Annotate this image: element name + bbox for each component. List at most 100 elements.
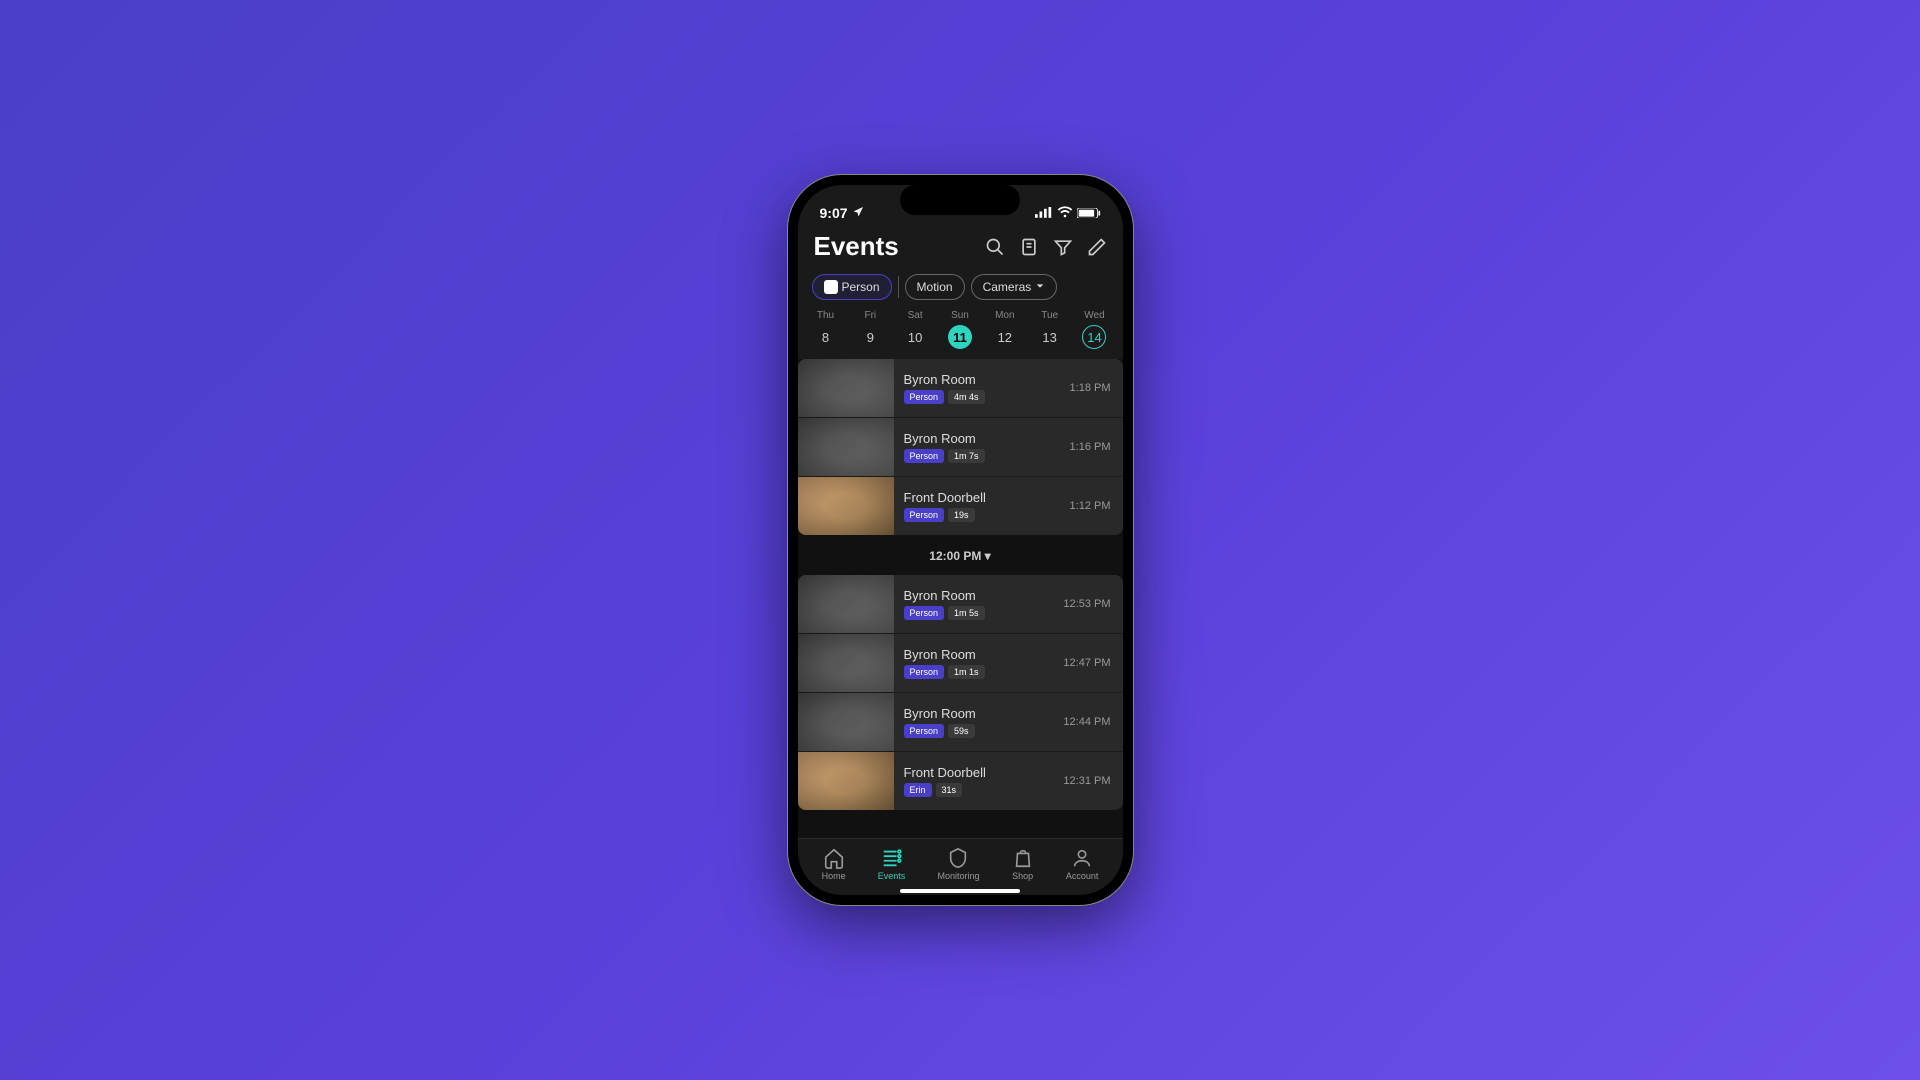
- badge-row: Person1m 5s: [904, 606, 1054, 620]
- bag-icon: [1012, 847, 1034, 869]
- day-number: 12: [993, 325, 1017, 349]
- date-strip: Thu8 Fri 9 Sat 10 Sun 11 Mon 12 Tue13 Wed14: [798, 310, 1123, 359]
- duration-badge: 31s: [936, 783, 963, 797]
- day-name: Wed: [1084, 310, 1104, 321]
- event-thumbnail: [798, 693, 894, 751]
- nav-label: Monitoring: [937, 871, 979, 881]
- chip-label: Person: [842, 280, 880, 294]
- duration-badge: 1m 7s: [948, 449, 985, 463]
- shield-icon: [947, 847, 969, 869]
- day-14[interactable]: Wed14: [1082, 310, 1106, 349]
- event-row[interactable]: Byron Room Person4m 4s 1:18 PM: [798, 359, 1123, 417]
- chip-label: Motion: [917, 280, 953, 294]
- event-row[interactable]: Byron Room Person1m 7s 1:16 PM: [798, 417, 1123, 476]
- event-time: 1:18 PM: [1070, 382, 1111, 394]
- duration-badge: 4m 4s: [948, 390, 985, 404]
- camera-name: Byron Room: [904, 372, 1060, 387]
- nav-label: Shop: [1012, 871, 1033, 881]
- event-info: Byron RoomPerson1m 1s: [904, 647, 1054, 679]
- time-section-header[interactable]: 12:00 PM ▾: [798, 537, 1123, 575]
- event-time: 1:12 PM: [1070, 500, 1111, 512]
- day-11[interactable]: Sun 11: [948, 310, 972, 349]
- event-thumbnail: [798, 575, 894, 633]
- nav-home[interactable]: Home: [822, 847, 846, 881]
- camera-name: Byron Room: [904, 431, 1060, 446]
- dynamic-island: [900, 185, 1020, 215]
- day-number: 8: [814, 325, 838, 349]
- cellular-icon: [1035, 205, 1053, 221]
- tag-badge: Person: [904, 390, 945, 404]
- duration-badge: 1m 1s: [948, 665, 985, 679]
- filter-chip-person[interactable]: Person: [812, 274, 892, 300]
- caret-down-icon: ▾: [985, 549, 991, 563]
- nav-label: Home: [822, 871, 846, 881]
- filter-icon[interactable]: [1053, 237, 1073, 257]
- filter-chip-cameras[interactable]: Cameras: [971, 274, 1058, 300]
- nav-shop[interactable]: Shop: [1012, 847, 1034, 881]
- event-thumbnail: [798, 752, 894, 810]
- wifi-icon: [1057, 204, 1073, 223]
- day-number: 9: [858, 325, 882, 349]
- chevron-down-icon: [1035, 280, 1045, 294]
- event-time: 12:53 PM: [1063, 598, 1110, 610]
- day-10[interactable]: Sat 10: [903, 310, 927, 349]
- event-time: 12:31 PM: [1063, 775, 1110, 787]
- badge-row: Person19s: [904, 508, 1060, 522]
- location-icon: [852, 205, 864, 221]
- badge-row: Person4m 4s: [904, 390, 1060, 404]
- event-info: Byron Room Person59s: [904, 706, 1054, 738]
- day-9[interactable]: Fri 9: [858, 310, 882, 349]
- filter-chip-motion[interactable]: Motion: [905, 274, 965, 300]
- shield-icon: [824, 280, 838, 294]
- camera-name: Front Doorbell: [904, 765, 1054, 780]
- duration-badge: 59s: [948, 724, 975, 738]
- camera-name: Front Doorbell: [904, 490, 1060, 505]
- nav-label: Account: [1066, 871, 1099, 881]
- page-header: Events: [798, 227, 1123, 270]
- event-group: Byron RoomPerson4m 4s1:18 PMByron RoomPe…: [798, 359, 1123, 535]
- nav-events[interactable]: Events: [878, 847, 906, 881]
- event-time: 12:47 PM: [1063, 657, 1110, 669]
- events-icon: [881, 847, 903, 869]
- nav-monitoring[interactable]: Monitoring: [937, 847, 979, 881]
- edit-icon[interactable]: [1087, 237, 1107, 257]
- event-row[interactable]: Front Doorbell Person19s 1:12 PM: [798, 476, 1123, 535]
- day-name: Fri: [864, 310, 876, 321]
- home-indicator[interactable]: [900, 889, 1020, 893]
- day-13[interactable]: Tue13: [1038, 310, 1062, 349]
- event-thumbnail: [798, 359, 894, 417]
- nav-account[interactable]: Account: [1066, 847, 1099, 881]
- day-number: 11: [948, 325, 972, 349]
- event-thumbnail: [798, 477, 894, 535]
- day-12[interactable]: Mon 12: [993, 310, 1017, 349]
- event-info: Byron Room Person1m 7s: [904, 431, 1060, 463]
- home-icon: [823, 847, 845, 869]
- day-number: 10: [903, 325, 927, 349]
- search-icon[interactable]: [985, 237, 1005, 257]
- clipboard-icon[interactable]: [1019, 237, 1039, 257]
- events-list[interactable]: Byron RoomPerson4m 4s1:18 PMByron RoomPe…: [798, 359, 1123, 838]
- badge-row: Person1m 7s: [904, 449, 1060, 463]
- day-name: Sat: [908, 310, 923, 321]
- camera-name: Byron Room: [904, 706, 1054, 721]
- day-name: Sun: [951, 310, 969, 321]
- day-8[interactable]: Thu8: [814, 310, 838, 349]
- event-row[interactable]: Byron RoomPerson59s12:44 PM: [798, 692, 1123, 751]
- event-thumbnail: [798, 634, 894, 692]
- screen: 9:07 Events Person Motion Cameras Thu8 Fri 9…: [798, 185, 1123, 895]
- tag-badge: Erin: [904, 783, 932, 797]
- event-info: Byron RoomPerson1m 5s: [904, 588, 1054, 620]
- tag-badge: Person: [904, 665, 945, 679]
- event-time: 1:16 PM: [1070, 441, 1111, 453]
- day-name: Mon: [995, 310, 1014, 321]
- filter-chips: Person Motion Cameras: [798, 270, 1123, 310]
- status-time: 9:07: [820, 205, 848, 221]
- tag-badge: Person: [904, 508, 945, 522]
- tag-badge: Person: [904, 724, 945, 738]
- event-row[interactable]: Front Doorbell Erin 31s 12:31 PM: [798, 751, 1123, 810]
- event-row[interactable]: Byron RoomPerson1m 5s 12:53 PM: [798, 575, 1123, 633]
- duration-badge: 19s: [948, 508, 975, 522]
- bottom-nav: Home Events Monitoring Shop Account: [798, 838, 1123, 885]
- event-info: Byron Room Person4m 4s: [904, 372, 1060, 404]
- event-row[interactable]: Byron RoomPerson1m 1s 12:47 PM: [798, 633, 1123, 692]
